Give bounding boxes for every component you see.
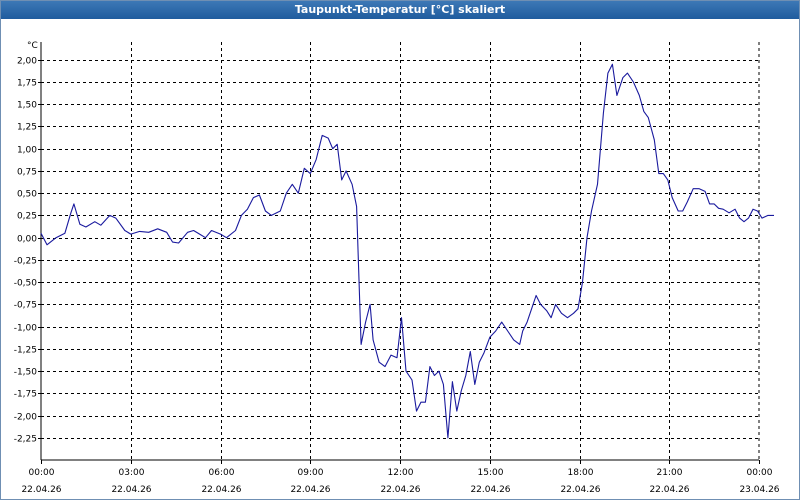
- x-tick-time-label: 03:00: [119, 468, 145, 478]
- x-tick-time-label: 00:00: [29, 468, 55, 478]
- dewpoint-series-line: [40, 63, 774, 439]
- y-tick-label: -2,00: [14, 413, 38, 423]
- y-tick-label: -2,25: [14, 435, 37, 445]
- x-tick-time-label: 12:00: [388, 468, 414, 478]
- x-tick-date-label: 22.04.26: [201, 485, 241, 495]
- x-tick-time-label: 00:00: [747, 468, 773, 478]
- dewpoint-chart: 2,00 1,75 1,50 1,25 1,00 0,75 0,50 0,25 0,00 -0,2…: [14, 41, 780, 495]
- x-tick-date-label: 23.04.26: [739, 485, 779, 495]
- x-tick-labels: 00:00 22.04.26 03:00 22.04.26 06:00 22.04.26 0…: [21, 468, 779, 495]
- y-tick-label: -1,75: [14, 390, 37, 400]
- y-tick-label: 0,00: [17, 235, 37, 245]
- x-tick-date-label: 22.04.26: [649, 485, 689, 495]
- y-tick-label: -1,50: [14, 368, 38, 378]
- y-axis-unit-label: °C: [27, 41, 38, 51]
- x-tick-date-label: 22.04.26: [21, 485, 61, 495]
- y-tick-label: 0,50: [17, 190, 37, 200]
- x-tick-date-label: 22.04.26: [290, 485, 330, 495]
- x-tick-date-label: 22.04.26: [470, 485, 510, 495]
- y-tick-label: -0,75: [14, 301, 37, 311]
- y-tick-label: 1,50: [17, 101, 37, 111]
- y-tick-label: -0,25: [14, 257, 37, 267]
- y-tick-label: 1,25: [17, 123, 37, 133]
- x-tick-date-label: 22.04.26: [111, 485, 151, 495]
- y-tick-label: -1,25: [14, 346, 37, 356]
- x-tick-time-label: 18:00: [568, 468, 594, 478]
- y-tick-label: 1,75: [17, 79, 37, 89]
- x-tick-time-label: 21:00: [657, 468, 683, 478]
- x-tick-time-label: 06:00: [209, 468, 235, 478]
- chart-window: Taupunkt-Temperatur [°C] skaliert 2,00 1,…: [0, 0, 800, 500]
- x-tick-time-label: 09:00: [298, 468, 324, 478]
- x-tick-date-label: 22.04.26: [380, 485, 420, 495]
- window-title: Taupunkt-Temperatur [°C] skaliert: [1, 1, 799, 19]
- y-tick-label: -0,50: [14, 279, 38, 289]
- x-tick-date-label: 22.04.26: [560, 485, 600, 495]
- axes: [38, 42, 760, 464]
- series-layer: [40, 63, 774, 439]
- y-tick-label: 2,00: [17, 57, 37, 67]
- grid-lines: [41, 42, 759, 460]
- y-tick-label: 0,25: [17, 212, 37, 222]
- y-tick-label: -1,00: [14, 324, 38, 334]
- y-tick-label: 0,75: [17, 168, 37, 178]
- y-tick-labels: 2,00 1,75 1,50 1,25 1,00 0,75 0,50 0,25 0,00 -0,2…: [14, 57, 38, 445]
- y-tick-label: 1,00: [17, 146, 37, 156]
- x-tick-time-label: 15:00: [478, 468, 504, 478]
